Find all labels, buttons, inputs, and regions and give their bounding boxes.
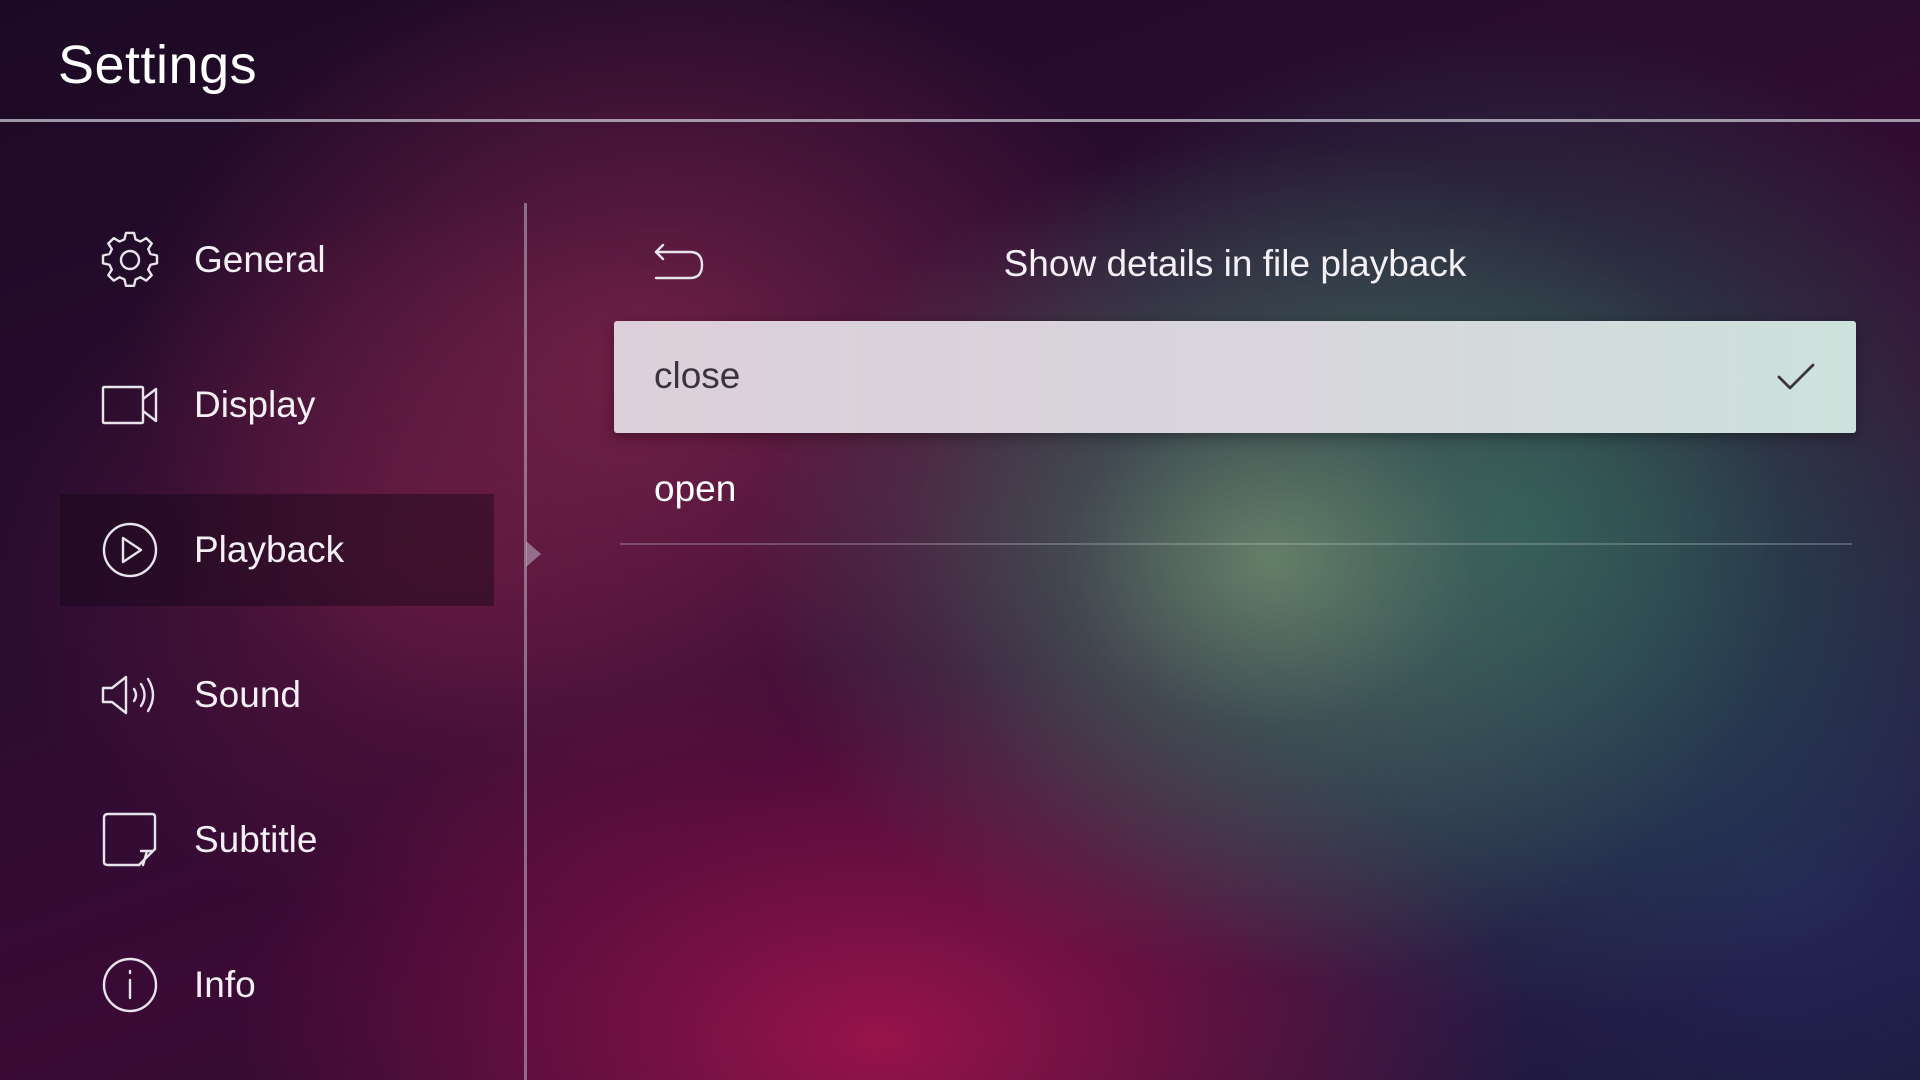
sidebar-item-label: General xyxy=(194,239,326,280)
sidebar-divider xyxy=(524,203,527,1080)
active-item-pointer xyxy=(526,541,541,567)
panel-title: Show details in file playback xyxy=(1003,243,1467,284)
sidebar-item-label: Sound xyxy=(194,674,301,715)
info-icon xyxy=(100,955,160,1015)
option-label: open xyxy=(654,468,737,509)
subtitle-icon xyxy=(100,810,160,870)
sidebar-item-sound[interactable]: Sound xyxy=(60,639,494,751)
header-bar: Settings xyxy=(0,0,1920,122)
check-icon xyxy=(1776,359,1816,395)
sidebar-item-info[interactable]: Info xyxy=(60,929,494,1041)
gear-icon xyxy=(100,230,160,290)
sidebar-item-playback[interactable]: Playback xyxy=(60,494,494,606)
sidebar-item-label: Subtitle xyxy=(194,819,318,860)
page-title: Settings xyxy=(58,35,258,95)
sidebar-item-label: Info xyxy=(194,964,256,1005)
sidebar-item-display[interactable]: Display xyxy=(60,349,494,461)
sidebar-item-subtitle[interactable]: Subtitle xyxy=(60,784,494,896)
option-open[interactable]: open xyxy=(614,434,1856,546)
sidebar-item-label: Display xyxy=(194,384,316,425)
play-icon xyxy=(100,520,160,580)
option-close[interactable]: close xyxy=(614,321,1856,433)
display-icon xyxy=(100,375,160,435)
speaker-icon xyxy=(100,665,160,725)
sidebar-item-general[interactable]: General xyxy=(60,204,494,316)
sidebar-item-label: Playback xyxy=(194,529,345,570)
option-divider xyxy=(620,543,1852,545)
sidebar: General Display Playback Sound Subtitle … xyxy=(0,122,525,1080)
option-label: close xyxy=(654,355,741,396)
